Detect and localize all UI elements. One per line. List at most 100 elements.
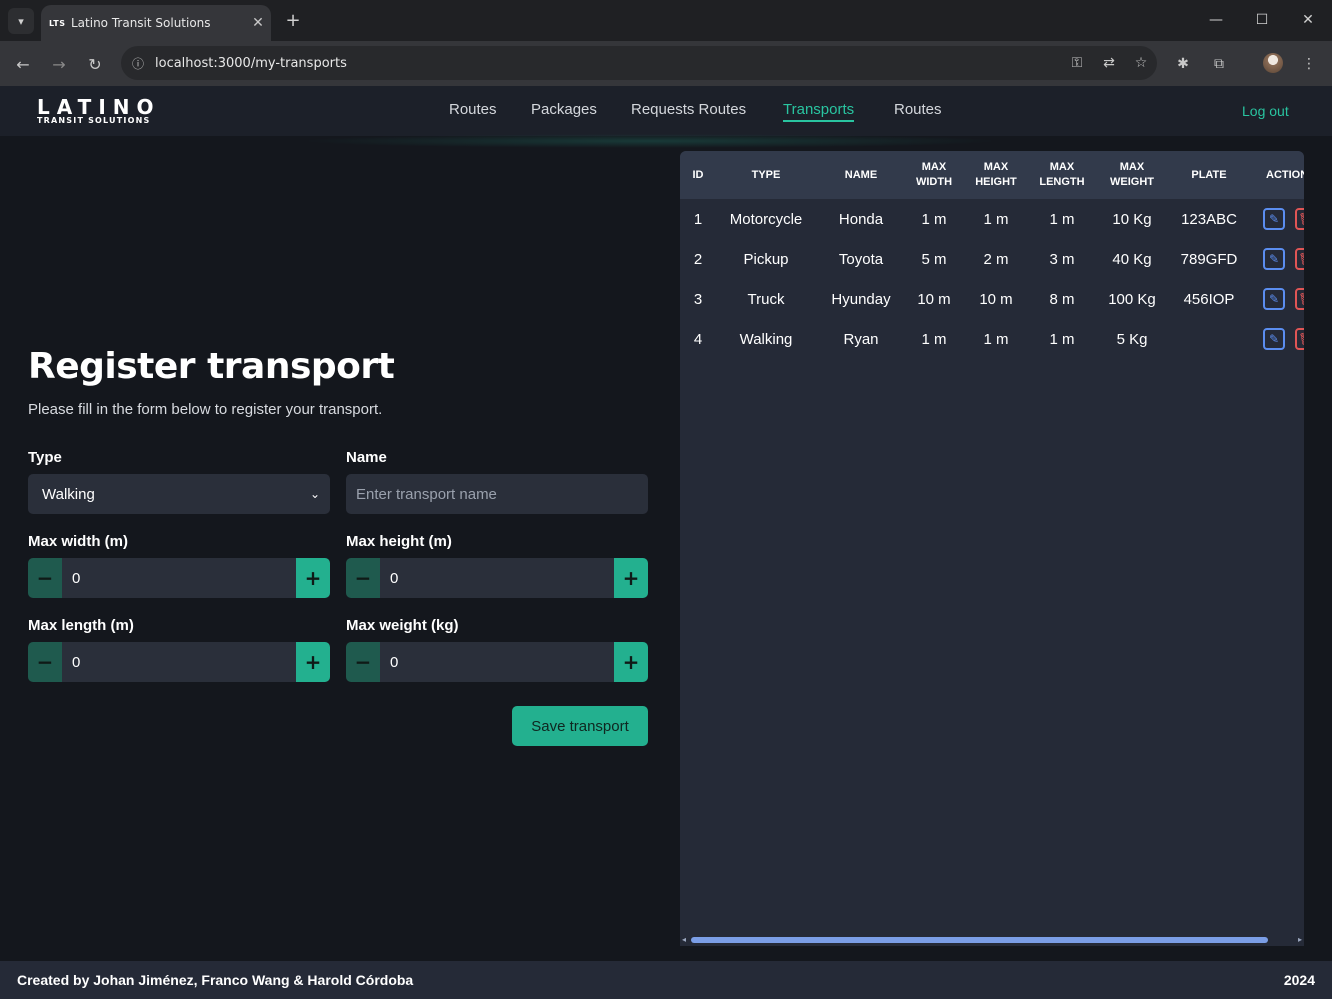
favicon-icon: LTS (49, 18, 66, 28)
cell-id: 3 (693, 290, 703, 308)
cell-name: Ryan (843, 330, 879, 348)
cell-length: 1 m (1049, 210, 1075, 228)
chevron-down-icon: ▾ (18, 14, 24, 28)
max-length-input[interactable]: 0 (62, 642, 296, 682)
col-id: ID (692, 168, 704, 181)
tab-title: Latino Transit Solutions (71, 16, 211, 30)
minimize-button[interactable]: — (1201, 8, 1231, 32)
edit-button[interactable]: ✎ (1263, 288, 1285, 310)
trash-icon: 🗑 (1298, 332, 1304, 346)
cell-id: 4 (693, 330, 703, 348)
extensions-puzzle-icon[interactable]: ⧉ (1206, 51, 1232, 77)
table-row: 4 Walking Ryan 1 m 1 m 1 m 5 Kg ✎ 🗑 (680, 319, 1304, 359)
col-max-width: MAX WIDTH (915, 161, 953, 188)
back-button[interactable]: ← (10, 51, 36, 77)
profile-avatar[interactable] (1263, 53, 1283, 73)
cell-length: 1 m (1049, 330, 1075, 348)
maximize-button[interactable]: ☐ (1247, 8, 1277, 32)
edit-button[interactable]: ✎ (1263, 248, 1285, 270)
max-height-increment-button[interactable]: + (614, 558, 648, 598)
url-text: localhost:3000/my-transports (155, 55, 347, 71)
extension-icon[interactable]: ✱ (1170, 51, 1196, 77)
menu-dots-icon[interactable]: ⋮ (1296, 51, 1322, 77)
cell-width: 1 m (921, 330, 947, 348)
logout-link[interactable]: Log out (1242, 103, 1289, 119)
bookmark-star-icon[interactable]: ☆ (1125, 55, 1157, 71)
max-height-decrement-button[interactable]: − (346, 558, 380, 598)
nav-requests-routes[interactable]: Requests Routes (631, 101, 746, 118)
nav-transports[interactable]: Transports (783, 101, 855, 122)
pencil-icon: ✎ (1268, 332, 1280, 346)
max-weight-stepper: − 0 + (346, 642, 648, 682)
col-plate: PLATE (1191, 168, 1227, 181)
max-width-decrement-button[interactable]: − (28, 558, 62, 598)
logo-sub-text: TRANSIT SOLUTIONS (37, 116, 151, 125)
cell-name: Honda (838, 210, 884, 228)
address-bar[interactable]: ⓘ localhost:3000/my-transports ⚿ ⇄ ☆ (121, 46, 1157, 80)
delete-button[interactable]: 🗑 (1295, 208, 1304, 230)
cell-height: 1 m (983, 210, 1009, 228)
close-tab-icon[interactable]: ✕ (245, 15, 271, 31)
table-row: 2 Pickup Toyota 5 m 2 m 3 m 40 Kg 789GFD… (680, 239, 1304, 279)
col-max-length: MAX LENGTH (1039, 161, 1085, 188)
edit-button[interactable]: ✎ (1263, 208, 1285, 230)
cell-plate: 789GFD (1180, 250, 1238, 268)
max-length-increment-button[interactable]: + (296, 642, 330, 682)
cell-width: 10 m (917, 290, 951, 308)
max-width-label: Max width (m) (28, 533, 128, 550)
tab-search-button[interactable]: ▾ (8, 8, 34, 34)
delete-button[interactable]: 🗑 (1295, 328, 1304, 350)
max-width-increment-button[interactable]: + (296, 558, 330, 598)
max-height-stepper: − 0 + (346, 558, 648, 598)
password-key-icon[interactable]: ⚿ (1061, 55, 1093, 71)
reload-button[interactable]: ↻ (82, 51, 108, 77)
new-tab-button[interactable]: + (282, 9, 304, 31)
cell-type: Truck (747, 290, 785, 308)
col-type: TYPE (751, 168, 781, 181)
col-max-weight: MAX WEIGHT (1110, 161, 1154, 188)
col-name: NAME (844, 168, 878, 181)
type-select-value: Walking (42, 485, 95, 503)
delete-button[interactable]: 🗑 (1295, 248, 1304, 270)
cell-plate (1170, 319, 1248, 359)
logo-main-text: LATINO (37, 95, 161, 119)
max-weight-increment-button[interactable]: + (614, 642, 648, 682)
cell-height: 10 m (979, 290, 1013, 308)
pencil-icon: ✎ (1268, 212, 1280, 226)
nav-routes[interactable]: Routes (449, 101, 497, 118)
name-input[interactable] (346, 474, 648, 514)
cell-weight: 40 Kg (1112, 250, 1152, 268)
edit-button[interactable]: ✎ (1263, 328, 1285, 350)
save-transport-button[interactable]: Save transport (512, 706, 648, 746)
close-window-button[interactable]: ✕ (1293, 8, 1323, 32)
scroll-right-icon[interactable]: ▸ (1298, 935, 1302, 944)
pencil-icon: ✎ (1268, 292, 1280, 306)
footer-credits: Created by Johan Jiménez, Franco Wang & … (17, 972, 414, 988)
translate-icon[interactable]: ⇄ (1093, 55, 1125, 71)
browser-tab[interactable]: LTS Latino Transit Solutions ✕ (41, 5, 271, 41)
logo[interactable]: LATINO TRANSIT SOLUTIONS (37, 95, 162, 125)
cell-weight: 100 Kg (1108, 290, 1156, 308)
scroll-left-icon[interactable]: ◂ (682, 935, 686, 944)
site-info-icon[interactable]: ⓘ (121, 55, 155, 72)
cell-type: Motorcycle (729, 210, 803, 228)
table-header: ID TYPE NAME MAX WIDTH MAX HEIGHT MAX LE… (680, 151, 1304, 199)
col-max-height: MAX HEIGHT (975, 161, 1017, 188)
page-subtitle: Please fill in the form below to registe… (28, 401, 383, 418)
browser-toolbar: ← → ↻ ⓘ localhost:3000/my-transports ⚿ ⇄… (0, 41, 1332, 86)
max-length-decrement-button[interactable]: − (28, 642, 62, 682)
footer-year: 2024 (1283, 972, 1315, 988)
nav-routes-2[interactable]: Routes (894, 101, 942, 118)
max-width-input[interactable]: 0 (62, 558, 296, 598)
forward-button[interactable]: → (46, 51, 72, 77)
scrollbar-thumb[interactable] (691, 937, 1268, 943)
table-horizontal-scrollbar[interactable]: ◂ ▸ (680, 935, 1304, 946)
type-select[interactable]: Walking ⌄ (28, 474, 330, 514)
cell-width: 1 m (921, 210, 947, 228)
max-length-label: Max length (m) (28, 617, 134, 634)
max-weight-input[interactable]: 0 (380, 642, 614, 682)
nav-packages[interactable]: Packages (531, 101, 597, 118)
delete-button[interactable]: 🗑 (1295, 288, 1304, 310)
max-height-input[interactable]: 0 (380, 558, 614, 598)
max-weight-decrement-button[interactable]: − (346, 642, 380, 682)
